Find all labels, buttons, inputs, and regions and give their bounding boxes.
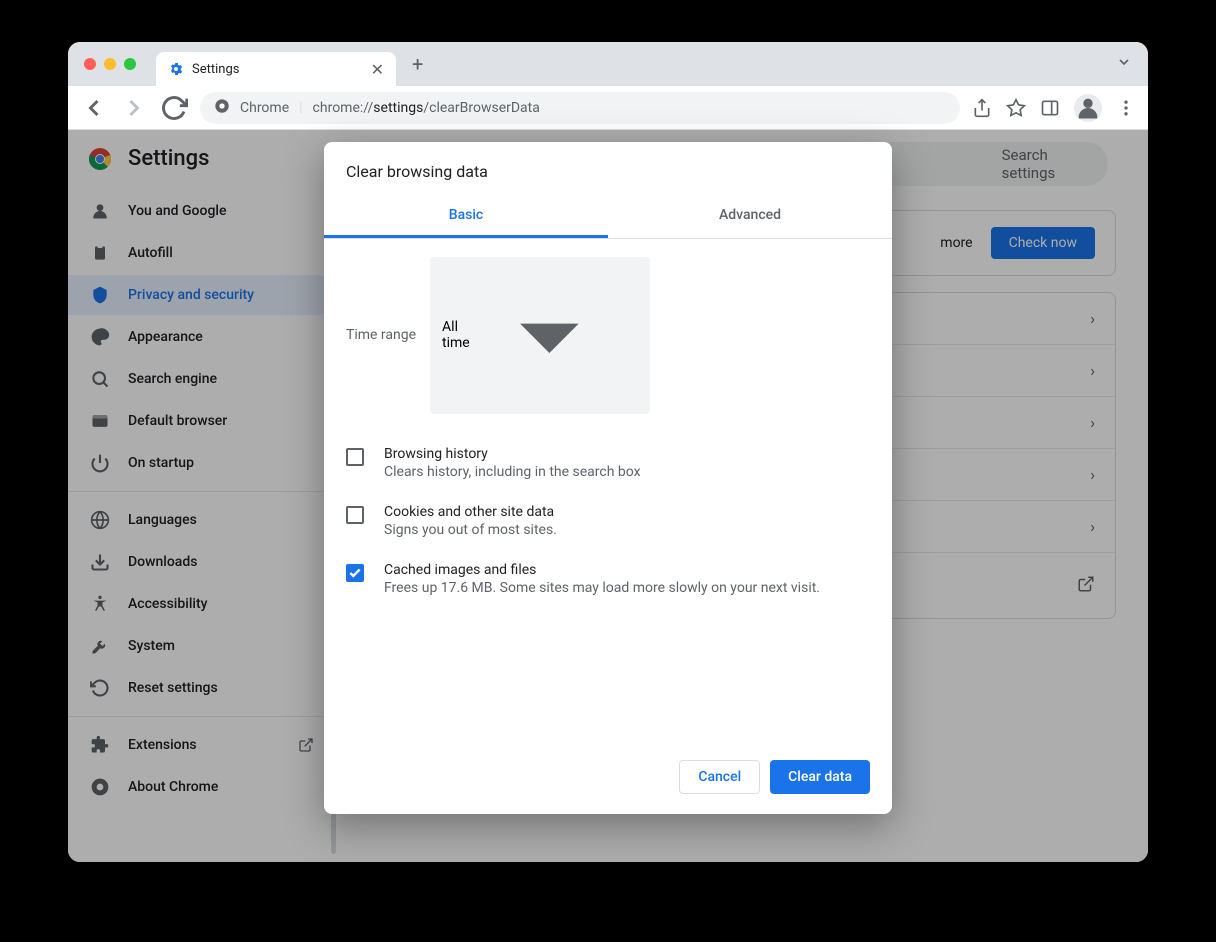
cancel-button[interactable]: Cancel bbox=[679, 760, 760, 794]
option-title: Cached images and files bbox=[384, 562, 820, 578]
tabs-dropdown-button[interactable] bbox=[1116, 54, 1132, 74]
time-range-label: Time range bbox=[346, 327, 416, 343]
menu-button[interactable] bbox=[1116, 98, 1136, 118]
clear-option-row: Cached images and files Frees up 17.6 MB… bbox=[346, 550, 870, 608]
browser-window: Settings ✕ + Chrome | chrome://settings/… bbox=[68, 42, 1148, 862]
checkbox-0[interactable] bbox=[346, 448, 364, 466]
close-window-button[interactable] bbox=[84, 58, 96, 70]
option-title: Browsing history bbox=[384, 446, 641, 462]
clear-option-row: Cookies and other site data Signs you ou… bbox=[346, 492, 870, 550]
clear-option-row: Browsing history Clears history, includi… bbox=[346, 434, 870, 492]
side-panel-icon[interactable] bbox=[1040, 98, 1060, 118]
option-sub: Signs you out of most sites. bbox=[384, 522, 557, 538]
close-tab-button[interactable]: ✕ bbox=[371, 60, 384, 79]
checkbox-1[interactable] bbox=[346, 506, 364, 524]
option-title: Cookies and other site data bbox=[384, 504, 557, 520]
reload-button[interactable] bbox=[160, 94, 188, 122]
dialog-body: Time range All time Browsing history Cle… bbox=[324, 239, 892, 626]
bookmark-icon[interactable] bbox=[1006, 98, 1026, 118]
toolbar-actions bbox=[972, 94, 1136, 122]
tab-title: Settings bbox=[192, 62, 363, 77]
dropdown-icon bbox=[479, 265, 620, 406]
time-range-select[interactable]: All time bbox=[430, 257, 650, 414]
checkbox-2[interactable] bbox=[346, 564, 364, 582]
tab-advanced[interactable]: Advanced bbox=[608, 195, 892, 238]
new-tab-button[interactable]: + bbox=[412, 52, 423, 76]
omnibox-scheme: Chrome bbox=[240, 100, 289, 116]
back-button[interactable] bbox=[80, 94, 108, 122]
dialog-actions: Cancel Clear data bbox=[324, 746, 892, 814]
toolbar: Chrome | chrome://settings/clearBrowserD… bbox=[68, 86, 1148, 130]
dialog-title: Clear browsing data bbox=[324, 142, 892, 195]
forward-button[interactable] bbox=[120, 94, 148, 122]
option-sub: Clears history, including in the search … bbox=[384, 464, 641, 480]
omnibox-url: chrome://settings/clearBrowserData bbox=[313, 100, 540, 116]
chrome-icon bbox=[214, 98, 230, 118]
profile-button[interactable] bbox=[1074, 94, 1102, 122]
titlebar: Settings ✕ + bbox=[68, 42, 1148, 86]
tab-basic[interactable]: Basic bbox=[324, 195, 608, 238]
traffic-lights bbox=[84, 58, 136, 70]
option-sub: Frees up 17.6 MB. Some sites may load mo… bbox=[384, 580, 820, 596]
gear-icon bbox=[168, 61, 184, 77]
dialog-tabs: Basic Advanced bbox=[324, 195, 892, 239]
clear-browsing-data-dialog: Clear browsing data Basic Advanced Time … bbox=[324, 142, 892, 814]
clear-data-button[interactable]: Clear data bbox=[770, 760, 870, 794]
minimize-window-button[interactable] bbox=[104, 58, 116, 70]
browser-tab[interactable]: Settings ✕ bbox=[156, 52, 396, 86]
maximize-window-button[interactable] bbox=[124, 58, 136, 70]
time-range-value: All time bbox=[442, 319, 479, 351]
omnibox[interactable]: Chrome | chrome://settings/clearBrowserD… bbox=[200, 92, 960, 124]
share-icon[interactable] bbox=[972, 98, 992, 118]
